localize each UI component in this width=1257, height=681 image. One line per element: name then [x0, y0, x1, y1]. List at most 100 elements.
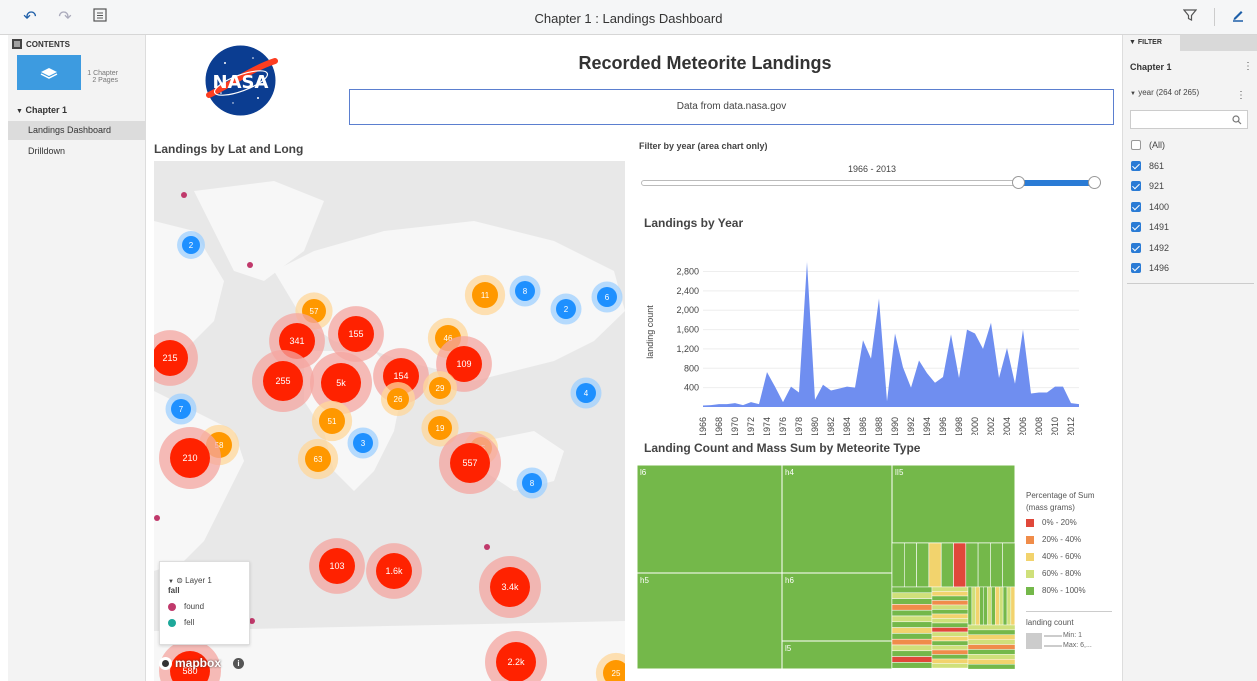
cluster-marker[interactable]: 210	[159, 427, 221, 489]
treemap-cell-h5[interactable]: h5	[637, 572, 783, 669]
slider-high-handle[interactable]	[1088, 176, 1101, 189]
x-tick-label: 1972	[746, 417, 756, 435]
filter-tab[interactable]: ▼ FILTER	[1123, 35, 1180, 51]
cluster-label: 25	[612, 669, 621, 678]
page-label: Landings Dashboard	[28, 125, 112, 135]
cluster-label: 51	[328, 417, 337, 426]
filter-value-1492[interactable]: 1492	[1131, 240, 1169, 256]
cluster-label: 6	[605, 293, 610, 302]
field-options-icon[interactable]: ⋮	[1236, 90, 1246, 101]
cluster-marker[interactable]: 255	[252, 350, 314, 412]
cluster-marker[interactable]: 26	[380, 381, 416, 417]
legend-layer-label: Layer 1	[185, 576, 212, 585]
filter-value-921[interactable]: 921	[1131, 178, 1164, 194]
slider-low-handle[interactable]	[1012, 176, 1026, 189]
checkbox[interactable]	[1131, 181, 1141, 191]
cluster-marker[interactable]: 63	[297, 438, 339, 480]
size-legend-min: Min: 1	[1063, 632, 1083, 639]
treemap-cell-l6[interactable]: l6	[637, 464, 783, 574]
book-icon	[40, 67, 58, 79]
found-dot	[154, 515, 160, 521]
cluster-marker[interactable]: 2	[550, 293, 582, 325]
chapter-heading[interactable]: ▼ Chapter 1	[16, 105, 67, 115]
filter-value-1491[interactable]: 1491	[1131, 219, 1169, 235]
checkbox[interactable]	[1131, 160, 1141, 171]
cluster-marker[interactable]: 8	[516, 467, 548, 499]
y-tick-label: 800	[684, 363, 699, 373]
cluster-label: 26	[394, 395, 403, 404]
cluster-label: 210	[182, 453, 197, 463]
cluster-label: 2.2k	[507, 657, 525, 667]
cluster-marker[interactable]: 29	[422, 370, 458, 406]
legend-item-found: found	[168, 602, 249, 611]
legend-field: fall	[168, 586, 180, 595]
filter-value-label: (All)	[1149, 140, 1165, 150]
filter-panel: ▼ FILTER Chapter 1 ⋮ ▼ year (264 of 265)…	[1122, 35, 1257, 681]
legend-label: 60% - 80%	[1042, 569, 1082, 578]
cluster-marker[interactable]: 3	[347, 427, 379, 459]
cluster-marker[interactable]: 7	[165, 393, 197, 425]
page-item-landings-dashboard[interactable]: Landings Dashboard	[8, 121, 146, 140]
cluster-marker[interactable]: 4	[570, 377, 602, 409]
treemap-cell-l5[interactable]: l5	[781, 640, 893, 669]
size-legend-title: landing count	[1026, 618, 1074, 627]
legend-swatch	[1026, 552, 1034, 561]
checkbox[interactable]	[1131, 140, 1141, 150]
area-series[interactable]	[703, 261, 1079, 407]
y-axis-label: landing count	[645, 305, 655, 359]
treemap-cell-h4[interactable]: h4	[781, 464, 893, 574]
filter-value-1400[interactable]: 1400	[1131, 199, 1169, 215]
cluster-marker[interactable]: 557	[439, 432, 501, 494]
treemap-legend-item: 80% - 100%	[1026, 586, 1086, 595]
filter-value-1496[interactable]: 1496	[1131, 260, 1169, 276]
chapter-thumbnail[interactable]	[17, 55, 81, 90]
x-tick-label: 2004	[1002, 417, 1012, 435]
filter-field-header[interactable]: ▼ year (264 of 265)	[1130, 88, 1199, 97]
treemap-cell-h6[interactable]: h6	[781, 572, 893, 642]
legend-layer: ▼ ⊜ Layer 1	[168, 576, 249, 585]
meteorite-type-treemap[interactable]: l6 h4 lI5 h6 h5 l5	[637, 463, 1015, 669]
cluster-marker[interactable]: 51	[311, 400, 353, 442]
cluster-marker[interactable]: 1.6k	[366, 543, 422, 599]
info-icon[interactable]: i	[233, 657, 245, 669]
legend-swatch	[1026, 569, 1034, 578]
legend-label: 20% - 40%	[1042, 535, 1082, 544]
cluster-label: 8	[530, 479, 535, 488]
x-tick-label: 1980	[810, 417, 820, 435]
treemap-cell-lI5[interactable]: lI5	[891, 464, 1015, 544]
x-tick-label: 1994	[922, 417, 932, 435]
y-tick-label: 1,600	[676, 325, 699, 335]
page-item-drilldown[interactable]: Drilldown	[8, 143, 146, 161]
legend-fell-label: fell	[184, 618, 195, 627]
checkbox[interactable]	[1131, 222, 1141, 232]
cluster-marker[interactable]: 2	[177, 231, 205, 259]
mapbox-attribution[interactable]: mapbox i	[159, 655, 245, 671]
year-range-slider[interactable]	[641, 176, 1101, 189]
edit-icon[interactable]	[1228, 8, 1248, 28]
checkbox[interactable]	[1131, 242, 1141, 253]
cluster-label: 63	[314, 455, 323, 464]
y-tick-label: 1,200	[676, 344, 699, 354]
cluster-label: 155	[348, 329, 363, 339]
cluster-marker[interactable]: 11	[464, 274, 506, 316]
mapbox-logo-icon	[159, 656, 172, 670]
checkbox[interactable]	[1131, 201, 1141, 212]
more-options-icon[interactable]: ⋮	[1243, 61, 1253, 72]
cluster-marker[interactable]: 8	[509, 275, 541, 307]
legend-item-fell: fell	[168, 618, 249, 627]
treemap-cell-label: l6	[640, 468, 647, 477]
landings-by-year-chart[interactable]: 400 800 1,200 1,600 2,000 2,400 2,800 1966 1968 1…	[637, 235, 1107, 435]
cluster-marker[interactable]: 6	[591, 281, 623, 313]
filter-search-input[interactable]	[1130, 110, 1248, 129]
map-view[interactable]: 2 57 341 155 11 8 2 6 46 215 255 5k 154 109 29 26 4 7 51 19…	[154, 161, 625, 681]
treemap-legend-title: Percentage of Sum (mass grams)	[1026, 491, 1095, 512]
filter-value-all[interactable]: (All)	[1131, 137, 1165, 153]
cluster-label: 3.4k	[501, 582, 519, 592]
cluster-marker[interactable]: 103	[309, 538, 365, 594]
cluster-marker[interactable]: 3.4k	[479, 556, 541, 618]
treemap-legend: Percentage of Sum (mass grams) 0% - 20% 2…	[1026, 490, 1112, 670]
checkbox[interactable]	[1131, 263, 1141, 273]
cluster-label: 29	[436, 384, 445, 393]
filter-value-861[interactable]: 861	[1131, 158, 1164, 174]
filter-icon[interactable]	[1180, 8, 1200, 28]
